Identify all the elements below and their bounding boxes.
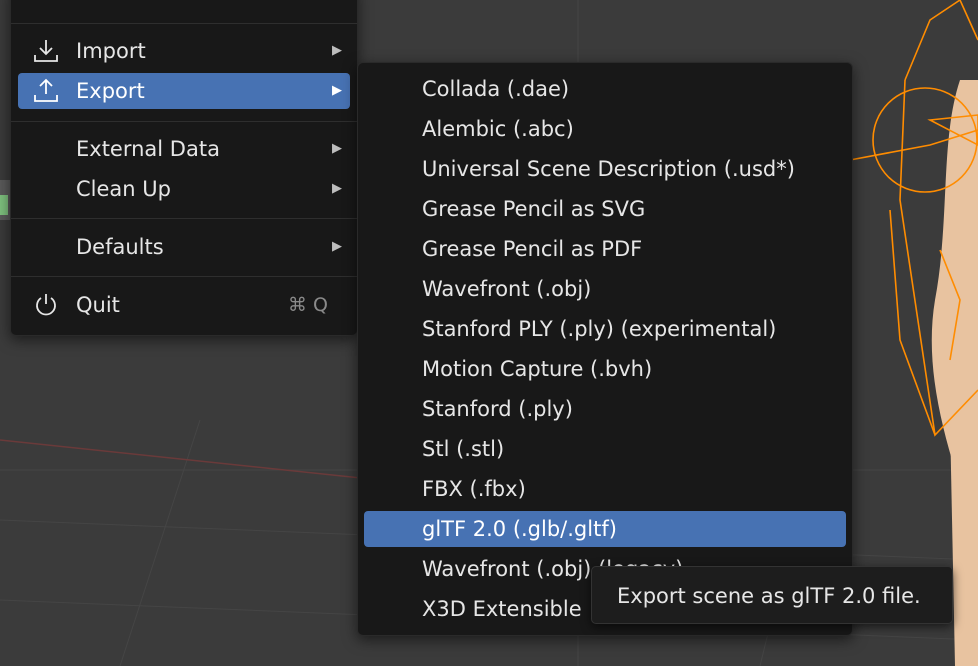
menu-item-label: Export [76, 79, 145, 103]
menu-separator [11, 23, 357, 24]
export-item-label: Universal Scene Description (.usd*) [422, 157, 795, 181]
power-icon [36, 294, 56, 316]
export-item-label: Stl (.stl) [422, 437, 505, 461]
file-menu: Import ▶ Export ▶ External Data ▶ Clean … [10, 0, 358, 336]
export-item-fbx[interactable]: FBX (.fbx) [364, 471, 846, 507]
export-item-label: Stanford PLY (.ply) (experimental) [422, 317, 777, 341]
export-submenu: Collada (.dae) Alembic (.abc) Universal … [357, 62, 853, 636]
export-icon [34, 78, 58, 102]
menu-item-clean-up[interactable]: Clean Up ▶ [18, 171, 350, 207]
menu-item-import[interactable]: Import ▶ [18, 33, 350, 69]
export-item-stanford-ply[interactable]: Stanford (.ply) [364, 391, 846, 427]
export-item-usd[interactable]: Universal Scene Description (.usd*) [364, 151, 846, 187]
export-item-label: Wavefront (.obj) [422, 277, 592, 301]
export-item-motion-capture[interactable]: Motion Capture (.bvh) [364, 351, 846, 387]
menu-item-export[interactable]: Export ▶ [18, 73, 350, 109]
export-item-label: Collada (.dae) [422, 77, 570, 101]
export-item-label: Alembic (.abc) [422, 117, 574, 141]
submenu-arrow-icon: ▶ [332, 239, 342, 254]
export-item-grease-pencil-pdf[interactable]: Grease Pencil as PDF [364, 231, 846, 267]
menu-item-quit[interactable]: Quit ⌘ Q [18, 287, 350, 323]
menu-item-label: Import [76, 39, 146, 63]
export-item-label: Motion Capture (.bvh) [422, 357, 653, 381]
export-item-label: X3D Extensible [422, 597, 582, 621]
menu-item-label: Defaults [76, 235, 164, 259]
export-item-grease-pencil-svg[interactable]: Grease Pencil as SVG [364, 191, 846, 227]
submenu-arrow-icon: ▶ [332, 181, 342, 196]
submenu-arrow-icon: ▶ [332, 83, 342, 98]
shortcut-label: ⌘ Q [288, 294, 328, 316]
tooltip: Export scene as glTF 2.0 file. [591, 566, 953, 624]
menu-separator [11, 218, 357, 219]
export-item-stl[interactable]: Stl (.stl) [364, 431, 846, 467]
menu-item-label: External Data [76, 137, 220, 161]
menu-item-external-data[interactable]: External Data ▶ [18, 131, 350, 167]
submenu-arrow-icon: ▶ [332, 141, 342, 156]
export-item-wavefront[interactable]: Wavefront (.obj) [364, 271, 846, 307]
menu-separator [11, 121, 357, 122]
menu-item-defaults[interactable]: Defaults ▶ [18, 229, 350, 265]
menu-item-label: Quit [76, 293, 120, 317]
menu-item-label: Clean Up [76, 177, 171, 201]
export-item-stanford-ply-experimental[interactable]: Stanford PLY (.ply) (experimental) [364, 311, 846, 347]
export-item-label: Grease Pencil as PDF [422, 237, 643, 261]
export-item-label: FBX (.fbx) [422, 477, 526, 501]
export-item-collada[interactable]: Collada (.dae) [364, 71, 846, 107]
blender-window: Import ▶ Export ▶ External Data ▶ Clean … [0, 0, 978, 666]
import-icon [34, 40, 58, 62]
export-item-label: glTF 2.0 (.glb/.gltf) [422, 517, 617, 541]
export-item-label: Stanford (.ply) [422, 397, 573, 421]
menu-separator [11, 276, 357, 277]
export-item-label: Grease Pencil as SVG [422, 197, 646, 221]
export-item-alembic[interactable]: Alembic (.abc) [364, 111, 846, 147]
export-item-gltf[interactable]: glTF 2.0 (.glb/.gltf) [364, 511, 846, 547]
submenu-arrow-icon: ▶ [332, 43, 342, 58]
